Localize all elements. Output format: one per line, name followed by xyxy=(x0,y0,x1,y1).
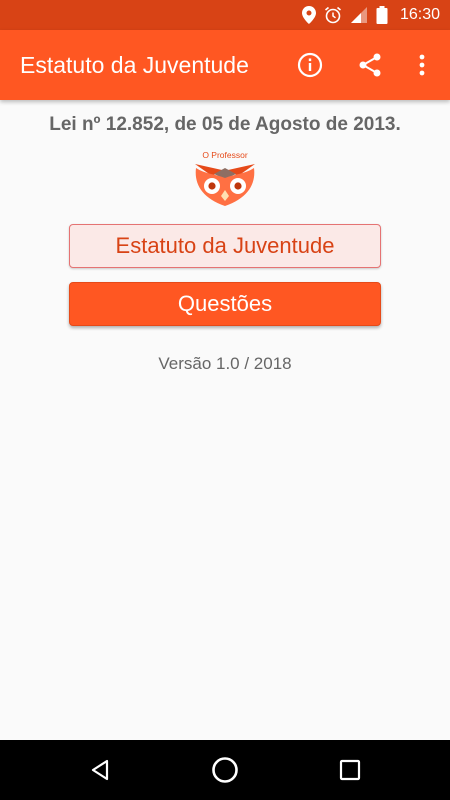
location-icon xyxy=(301,6,316,24)
recents-button[interactable] xyxy=(326,746,374,794)
info-icon xyxy=(297,52,323,78)
info-button[interactable] xyxy=(286,41,334,89)
status-time: 16:30 xyxy=(399,6,440,23)
status-bar: 16:30 xyxy=(0,0,450,30)
home-icon xyxy=(212,757,238,783)
app-bar: Estatuto da Juventude xyxy=(0,30,450,100)
version-text: Versão 1.0 / 2018 xyxy=(158,354,292,373)
more-options-button[interactable] xyxy=(398,41,446,89)
app-title: Estatuto da Juventude xyxy=(20,52,249,78)
signal-icon xyxy=(350,6,368,24)
back-icon xyxy=(91,759,109,781)
recents-icon xyxy=(339,759,361,781)
battery-icon xyxy=(376,6,388,24)
more-vert-icon xyxy=(419,54,425,76)
main-content: Lei nº 12.852, de 05 de Agosto de 2013. … xyxy=(0,100,450,740)
share-button[interactable] xyxy=(346,41,394,89)
svg-text:O Professor: O Professor xyxy=(202,150,248,160)
law-title: Lei nº 12.852, de 05 de Agosto de 2013. xyxy=(49,114,401,135)
questoes-button[interactable]: Questões xyxy=(69,282,381,326)
home-button[interactable] xyxy=(201,746,249,794)
share-icon xyxy=(359,53,381,77)
professor-owl-logo: O Professor xyxy=(195,150,255,206)
estatuto-button[interactable]: Estatuto da Juventude xyxy=(69,224,381,268)
alarm-icon xyxy=(324,6,342,24)
back-button[interactable] xyxy=(76,746,124,794)
navigation-bar xyxy=(0,740,450,800)
